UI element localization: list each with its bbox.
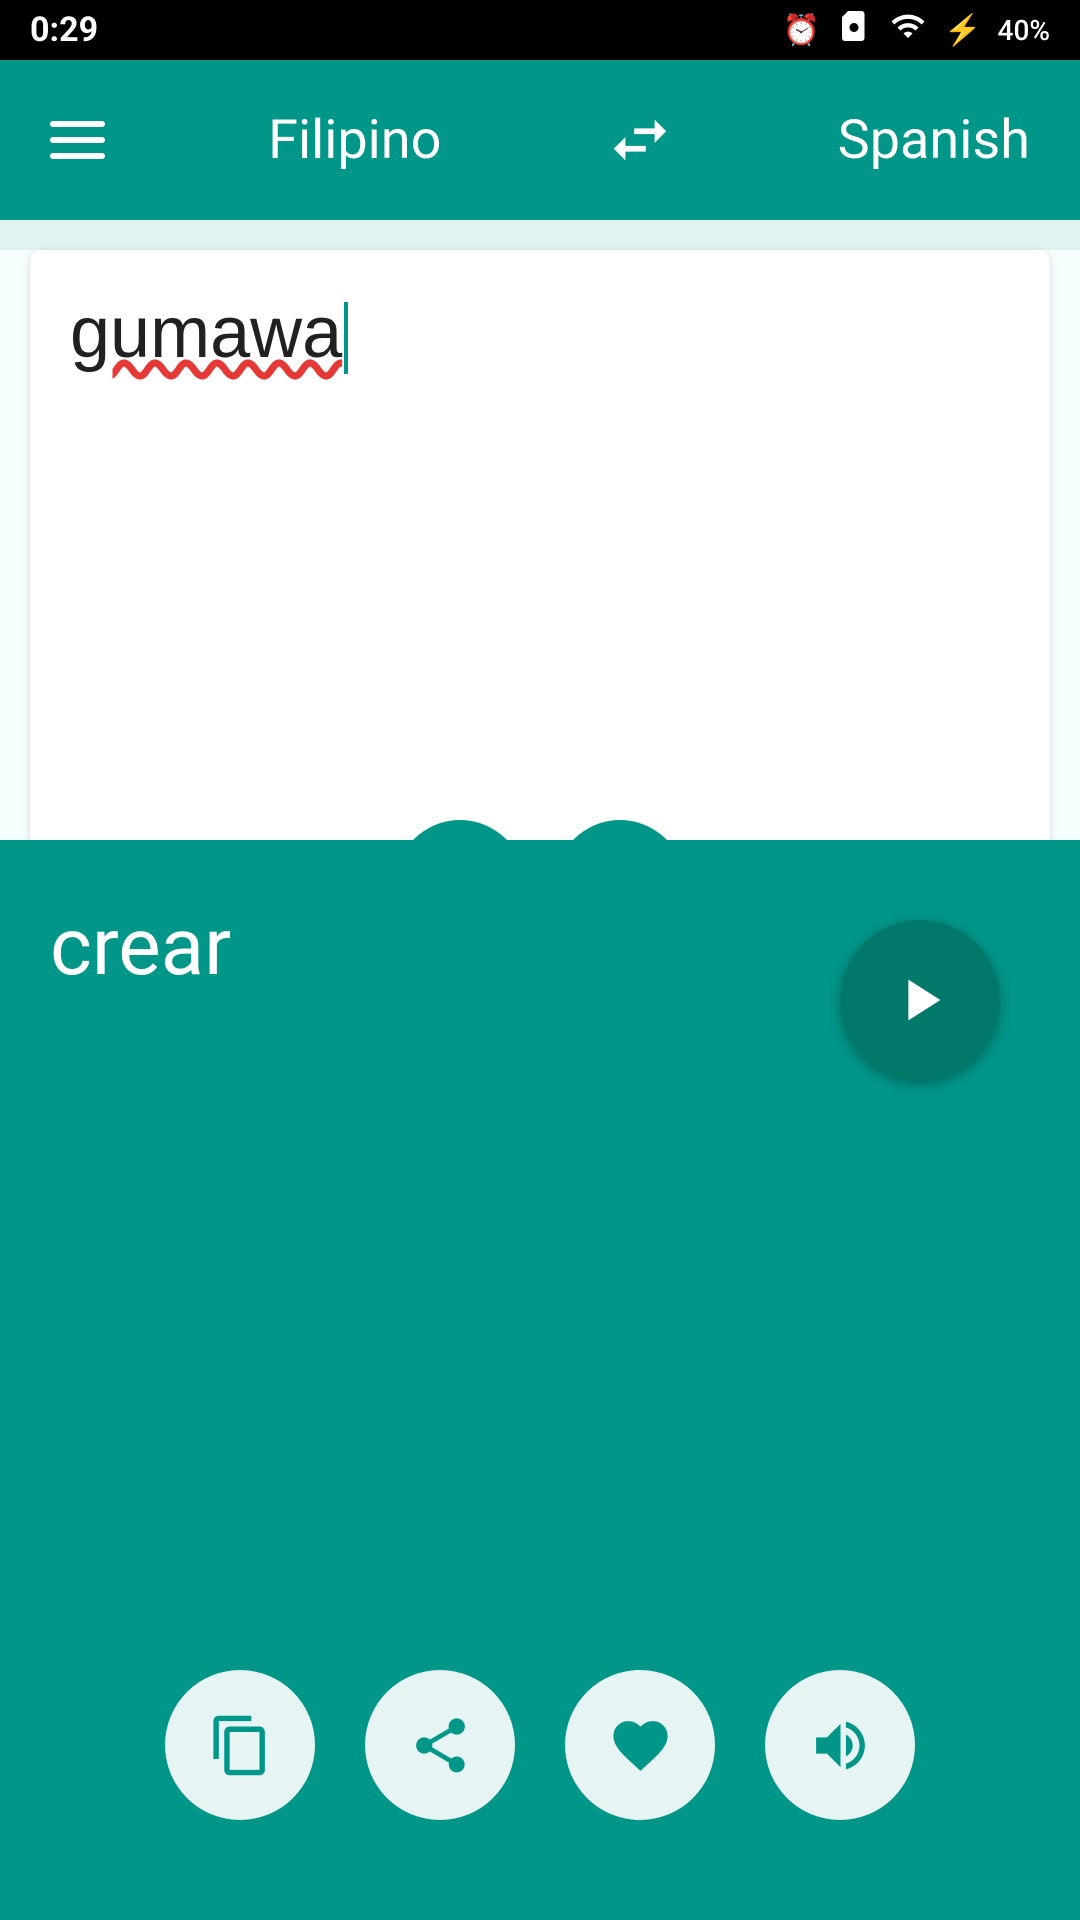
output-actions xyxy=(50,1670,1030,1880)
status-time: 0:29 xyxy=(30,10,98,50)
copy-button[interactable] xyxy=(165,1670,315,1820)
sim-icon xyxy=(836,8,872,52)
nav-bar: Filipino Spanish xyxy=(0,60,1080,220)
speak-button[interactable] xyxy=(765,1670,915,1820)
source-language-button[interactable]: Filipino xyxy=(268,109,441,172)
charging-icon: ⚡ xyxy=(944,13,981,48)
menu-button[interactable] xyxy=(50,121,105,159)
translate-button[interactable] xyxy=(840,920,1000,1080)
share-button[interactable] xyxy=(365,1670,515,1820)
swap-languages-button[interactable] xyxy=(605,105,675,175)
alarm-icon: ⏰ xyxy=(783,13,820,48)
hamburger-line-2 xyxy=(50,137,105,143)
input-text: gumawa xyxy=(70,293,342,373)
status-icons: ⏰ ⚡ 40% xyxy=(783,8,1050,52)
signal-icon xyxy=(888,8,928,52)
status-bar: 0:29 ⏰ ⚡ 40% xyxy=(0,0,1080,60)
battery-level: 40% xyxy=(998,14,1050,47)
favorite-button[interactable] xyxy=(565,1670,715,1820)
input-text-area[interactable]: gumawa xyxy=(70,290,1010,376)
hamburger-line-1 xyxy=(50,121,105,127)
target-language-button[interactable]: Spanish xyxy=(838,109,1030,172)
hamburger-line-3 xyxy=(50,153,105,159)
text-cursor xyxy=(344,302,348,374)
